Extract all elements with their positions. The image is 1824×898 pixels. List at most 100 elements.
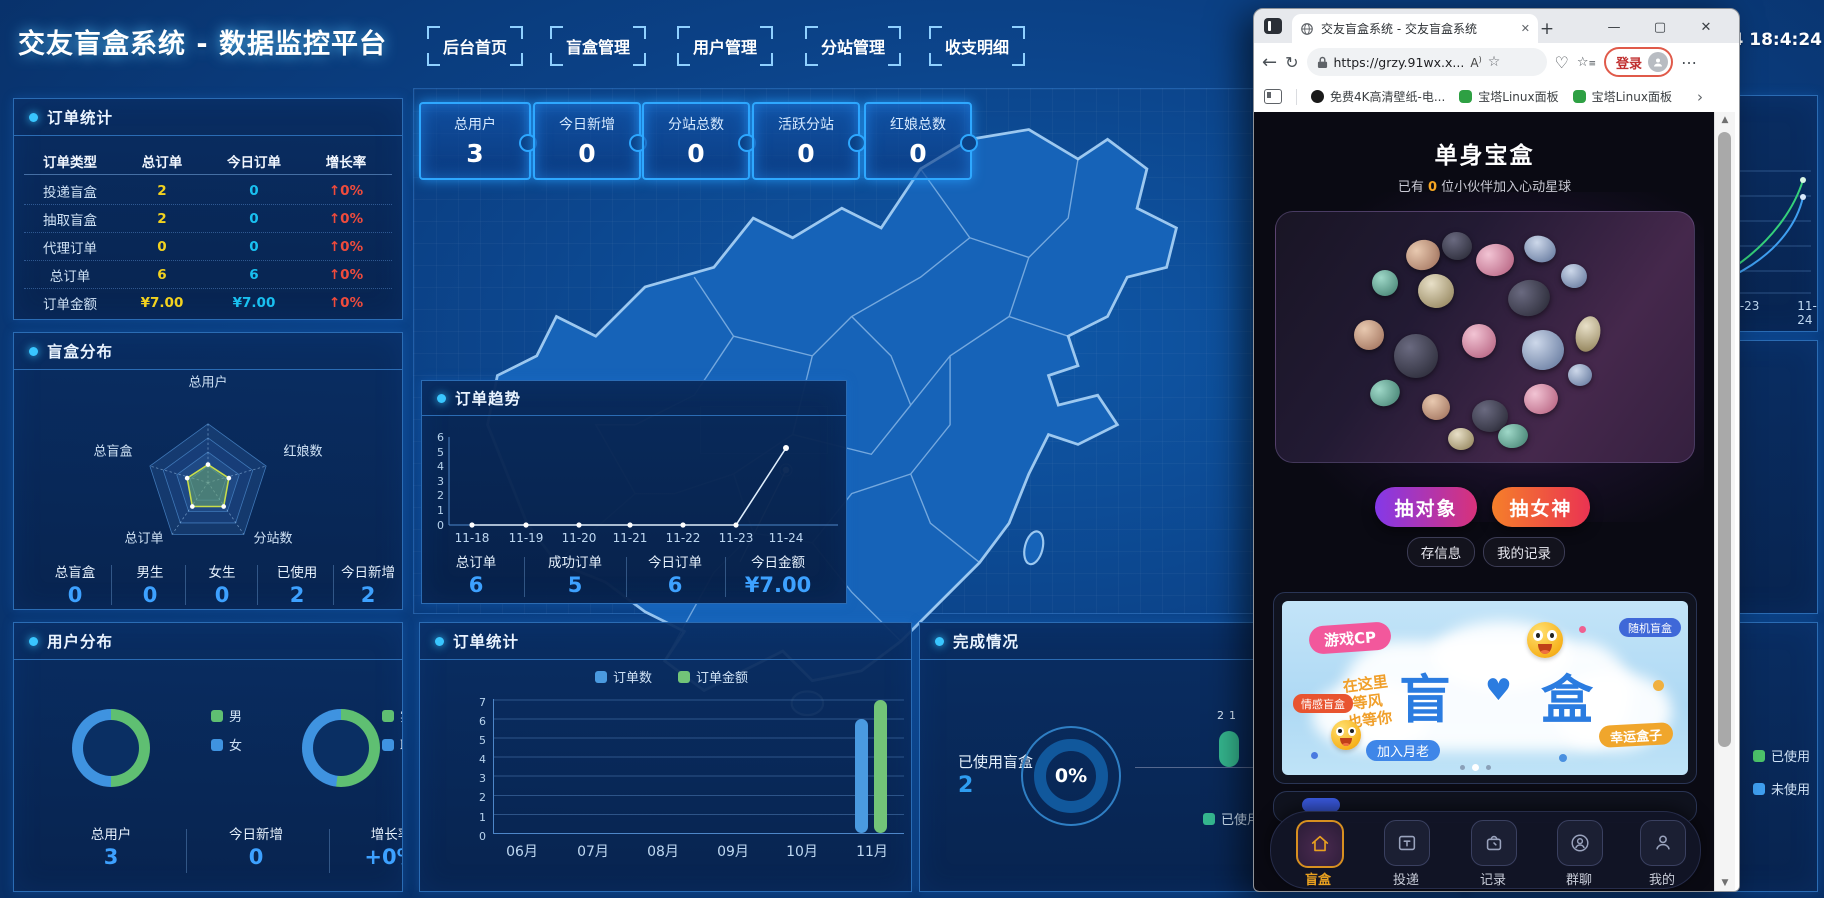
favorites-bar-icon[interactable]: ☆≡ [1577,55,1596,70]
carousel-dot[interactable] [1460,765,1465,770]
profile-avatar [1648,52,1668,72]
avatar [1559,262,1588,290]
tag-game-cp: 游戏CP [1308,621,1392,655]
globe-icon [1300,22,1314,36]
scrollbar-gutter [1735,112,1739,891]
my-records-button[interactable]: 我的记录 [1483,537,1565,567]
draw-partner-button[interactable]: 抽对象 [1375,487,1477,527]
banner-word-1: 盲 [1399,658,1451,733]
used-box-value: 2 [958,773,973,798]
trend-y-axis: 654 321 0 [426,431,444,533]
app-title: 单身宝盒 [1254,136,1715,170]
url-bar[interactable]: https://grzy.91wx.x... A) ☆ [1307,48,1547,76]
decor-dot [1559,754,1567,762]
save-info-button[interactable]: 存信息 [1407,537,1475,567]
browser-tab[interactable]: 交友盲盒系统 - 交友盲盒系统 ✕ [1292,14,1538,43]
panel-dot-icon [29,113,38,122]
panel-title: 用户分布 [47,630,113,652]
stat-total-users: 总用户3 [64,823,158,869]
stat-card-matchmakers: 红娘总数 0 [864,102,972,180]
minimize-button[interactable]: — [1599,15,1629,39]
joined-count: 0 [1428,180,1437,195]
stat-today-amount: 今日金额¥7.00 [728,551,828,597]
panel-title: 订单统计 [453,630,519,652]
panel-title: 订单趋势 [455,387,521,409]
table-row: 订单金额 ¥7.00 ¥7.00 ↑0% [24,289,392,316]
bag-icon [1483,832,1505,854]
stat-card-active-sites: 活跃分站 0 [752,102,860,180]
draw-goddess-button[interactable]: 抽女神 [1492,487,1590,527]
tab-label[interactable]: 群聊 [1566,869,1592,888]
nav-home[interactable]: 后台首页 [427,26,523,66]
avatar [1462,324,1496,358]
matchmaker-legend: 实习月老 职业月老 [382,706,403,754]
read-aloud-icon[interactable]: A) [1470,55,1481,70]
login-button[interactable]: 登录 [1604,47,1673,77]
avatar [1420,392,1451,422]
bookmark-bt-panel-1[interactable]: 宝塔Linux面板 [1459,88,1558,105]
bookmark-bt-panel-2[interactable]: 宝塔Linux面板 [1573,88,1672,105]
avatar [1521,232,1559,267]
stat-growth-rate: 增长率+0% [344,823,403,869]
tab-label[interactable]: 记录 [1480,869,1506,888]
banner-carousel[interactable]: 盲 ♥ 盒 游戏CP 随机盲盒 情感盲盒 幸运盒子 加入月老 在这里等风也等你 [1273,592,1697,784]
tab-close-icon[interactable]: ✕ [1521,22,1530,35]
workspaces-icon[interactable] [1264,18,1282,34]
carousel-dots[interactable] [1460,764,1491,771]
mini-bar-labels: 21 [1217,709,1241,722]
tab-records[interactable] [1471,820,1517,866]
nav-site-management[interactable]: 分站管理 [805,26,901,66]
avatar [1568,364,1592,386]
nav-finance-detail[interactable]: 收支明细 [929,26,1025,66]
scrollbar-thumb[interactable] [1718,132,1731,747]
favorite-star-icon[interactable]: ☆ [1488,54,1501,70]
bookmarks-overflow-icon[interactable]: › [1697,88,1703,106]
tab-blindbox[interactable] [1296,820,1344,868]
carousel-dot-active[interactable] [1472,764,1479,771]
completion-percent: 0% [1055,765,1087,787]
tab-group-chat[interactable] [1557,820,1603,866]
avatar [1367,376,1404,410]
browser-essentials-icon[interactable]: ♡ [1555,53,1569,72]
carousel-dot[interactable] [1486,765,1491,770]
nav-user-management[interactable]: 用户管理 [677,26,773,66]
stat-card-total-users: 总用户 3 [419,102,531,180]
person-icon [1652,832,1674,854]
more-menu-icon[interactable]: ⋯ [1681,53,1697,72]
refresh-icon[interactable]: ↻ [1285,53,1298,72]
panel-title: 完成情况 [953,630,1019,652]
bar-order-count [855,719,868,833]
tab-label[interactable]: 投递 [1393,869,1419,888]
bar-plot-area [493,699,904,834]
scroll-up-icon[interactable]: ▲ [1715,112,1735,128]
stat-today-orders: 今日订单6 [630,551,720,597]
stat-new-today: 今日新增2 [336,561,400,607]
new-tab-button[interactable]: + [1532,17,1562,41]
url-text: https://grzy.91wx.x... [1334,55,1465,70]
maximize-button[interactable]: ▢ [1645,15,1675,39]
radar-axis-label: 红娘数 [283,441,322,460]
tab-mine[interactable] [1640,820,1686,866]
delivery-box-icon [1396,832,1418,854]
tab-label[interactable]: 我的 [1649,869,1675,888]
tab-search-icon[interactable] [1264,89,1282,104]
app-subtitle: 已有 0 位小伙伴加入心动星球 [1254,176,1715,195]
decor-dot [1311,752,1318,759]
nav-box-management[interactable]: 盲盒管理 [550,26,646,66]
decor-dot [1653,680,1664,691]
bookmark-favicon [1573,90,1586,103]
scroll-down-icon[interactable]: ▼ [1715,875,1735,891]
right-x-label: 11-24 [1797,299,1817,327]
back-icon[interactable]: ← [1262,52,1277,73]
browser-scrollbar[interactable]: ▲ ▼ [1714,112,1735,891]
browser-window: 交友盲盒系统 - 交友盲盒系统 ✕ + — ▢ ✕ ← ↻ https://gr… [1253,8,1740,892]
close-button[interactable]: ✕ [1691,15,1721,39]
bookmark-wallpaper[interactable]: 免费4K高清壁纸-电... [1311,88,1445,105]
tab-delivery[interactable] [1384,820,1430,866]
gender-donut-chart [72,709,150,787]
tag-join-matchmaker: 加入月老 [1366,740,1440,761]
panel-title: 订单统计 [47,106,113,128]
tab-label[interactable]: 盲盒 [1305,869,1331,888]
avatar [1505,276,1554,320]
table-row: 代理订单 0 0 ↑0% [24,233,392,261]
